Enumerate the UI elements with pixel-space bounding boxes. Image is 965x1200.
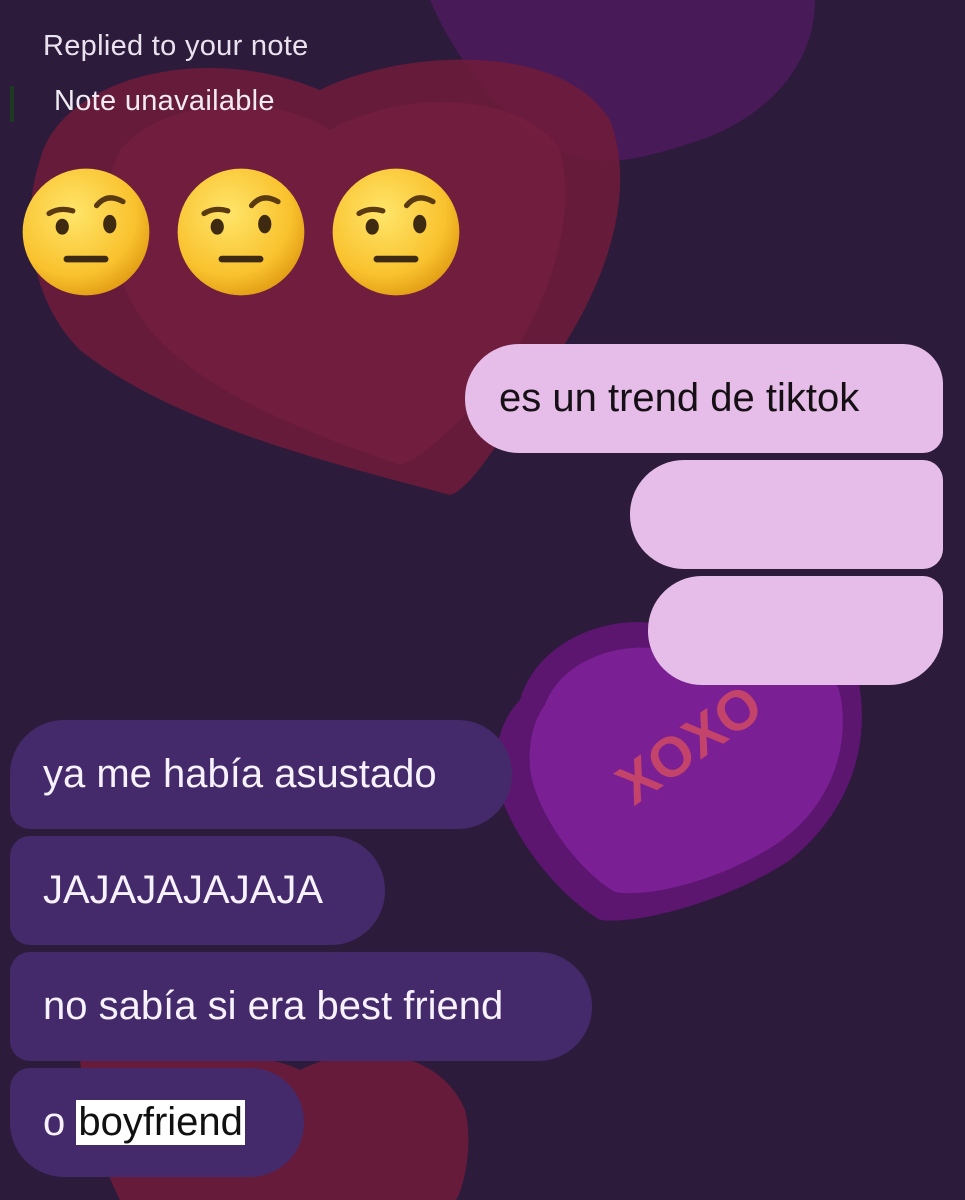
face-with-raised-eyebrow-icon [22, 168, 150, 296]
incoming-message[interactable]: no sabía si era best friend [10, 952, 592, 1061]
message-text: es un trend de tiktok [499, 376, 860, 420]
incoming-message[interactable]: JAJAJAJAJAJA [10, 836, 385, 945]
message-text: JAJAJAJAJAJA [43, 868, 324, 912]
emoji-message[interactable] [20, 166, 462, 298]
reply-indicator-bar [10, 86, 14, 122]
message-text: no sabía si era best friend [43, 984, 504, 1028]
selected-text-highlight[interactable]: boyfriend [76, 1100, 245, 1145]
incoming-message[interactable]: o boyfriend [10, 1068, 304, 1177]
outgoing-message-redacted[interactable] [630, 460, 943, 569]
outgoing-message[interactable]: es un trend de tiktok [465, 344, 943, 453]
message-text: ya me había asustado [43, 752, 437, 796]
message-text-prefix: o [43, 1100, 77, 1144]
reply-quote: Note unavailable [54, 85, 275, 117]
outgoing-message-redacted[interactable] [648, 576, 943, 685]
incoming-message[interactable]: ya me había asustado [10, 720, 512, 829]
face-with-raised-eyebrow-icon [177, 168, 305, 296]
face-with-raised-eyebrow-icon [332, 168, 460, 296]
reply-label: Replied to your note [43, 30, 309, 62]
